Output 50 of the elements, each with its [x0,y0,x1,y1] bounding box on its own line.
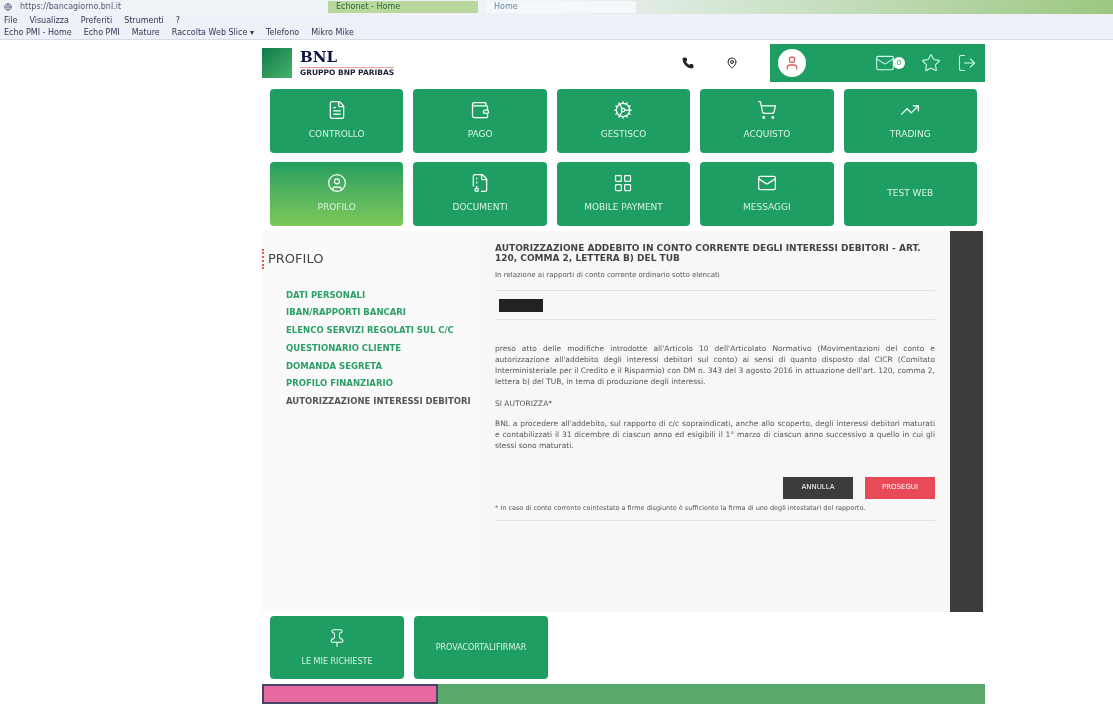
menu-item[interactable]: Strumenti [124,14,164,27]
user-icon [784,55,800,71]
sidebar-link[interactable]: AUTORIZZAZIONE INTERESSI DEBITORI [286,397,472,407]
redaction-bar [499,298,543,312]
cart-icon [756,100,777,121]
address-field[interactable]: https://bancagiorno.bnl.it [20,1,320,13]
bookmark-link[interactable]: Echo PMI [83,27,120,39]
bookmark-link[interactable]: Mature [131,27,160,39]
menu-tile[interactable]: MOBILE PAYMENT [556,162,691,226]
menu-tile[interactable]: TEST WEB [843,162,977,226]
sidebar-link[interactable]: DOMANDA SEGRETA [286,361,472,372]
phone-icon[interactable] [682,57,694,69]
sidebar-link[interactable]: DATI PERSONALI [286,290,472,301]
logo-name: BNL [300,49,338,65]
menu-tile[interactable]: TRADING [843,89,977,153]
menu-tile[interactable]: ACQUISTO [700,89,834,153]
avatar-button[interactable] [778,49,806,77]
bookmark-link[interactable]: Telefono [265,27,300,39]
location-pin-icon[interactable] [726,57,738,69]
menu-tile[interactable]: LE MIE RICHIESTE [270,616,404,679]
footer-tab[interactable] [262,684,438,704]
menu-item[interactable]: Visualizza [29,14,69,27]
menu-tile[interactable]: CONTROLLO [270,89,404,153]
bookmark-link[interactable]: Raccolta Web Slice ▾ [171,27,254,39]
logo-mark-icon [262,48,292,78]
envelope-icon[interactable] [873,53,897,73]
logout-icon[interactable] [957,53,977,73]
wallet-icon [470,100,491,121]
favorites-icon[interactable] [921,53,941,73]
menu-tile[interactable]: PROVACORTALIFIRMAR [414,616,548,679]
sidebar-link[interactable]: QUESTIONARIO CLIENTE [286,343,472,354]
menu-item[interactable]: File [4,14,18,27]
sidebar-link[interactable]: PROFILO FINANZIARIO [286,379,472,390]
sidebar-link[interactable]: IBAN/RAPPORTI BANCARI [286,308,472,319]
globe-icon [4,3,12,11]
browser-tab[interactable]: Echonet - Home [328,1,478,13]
grid-icon [613,173,634,194]
user-icon [326,173,347,194]
menu-tile[interactable]: DOCUMENTI [413,162,547,226]
bookmark-link[interactable]: Mikro Mike [311,27,354,39]
menu-tile[interactable]: PROFILO [270,162,404,226]
menu-item[interactable]: ? [175,14,181,27]
menu-tile[interactable]: PAGO [413,89,547,153]
menu-item[interactable]: Preferiti [80,14,113,27]
bookmark-link[interactable]: Echo PMI - Home [4,27,72,39]
menu-tile[interactable]: GESTISCO [556,89,691,153]
sidebar-link[interactable]: ELENCO SERVIZI REGOLATI SUL C/C [286,326,472,336]
section-title: AUTORIZZAZIONE ADDEBITO IN CONTO CORRENTE DEGLI INTERESSI DEBITORI - ART. 120, COMMA 2, LETTERA B) DEL TUB [495,243,922,264]
menu-tile[interactable]: MESSAGGI [700,162,834,226]
browser-tab[interactable]: Home [486,1,636,13]
